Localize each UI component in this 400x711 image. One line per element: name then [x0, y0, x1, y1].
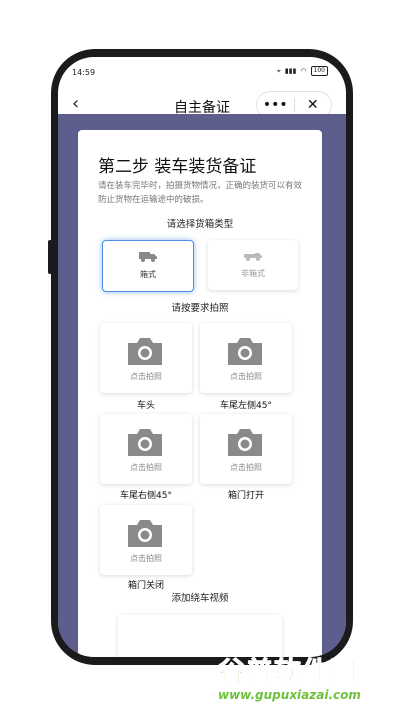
- camera-icon: [128, 520, 162, 547]
- box-type-enclosed[interactable]: 箱式: [102, 240, 194, 292]
- photo-section-label: 请按要求拍照: [171, 303, 229, 314]
- box-type-label: 请选择货箱类型: [166, 219, 234, 230]
- phone-power-button: [349, 143, 353, 191]
- photo-slot-door-closed[interactable]: 点击拍照: [100, 505, 192, 575]
- box-type-open[interactable]: 非箱式: [208, 240, 298, 290]
- photo-slot-rear-right[interactable]: 点击拍照: [100, 414, 192, 484]
- camera-icon: [228, 429, 262, 456]
- photo-slot-rear-left[interactable]: 点击拍照: [200, 323, 292, 393]
- phone-volume-button: [349, 240, 353, 274]
- form-card: 第二步 装车装货备证 请在装车完毕时，拍摄货物情况，正确的装货可以有效防止货物在…: [78, 130, 322, 657]
- photo-slot-door-open[interactable]: 点击拍照: [200, 414, 292, 484]
- photo-hint: 点击拍照: [230, 372, 262, 381]
- photo-label-rear-right: 车尾右侧45°: [120, 491, 172, 501]
- camera-icon: [128, 429, 162, 456]
- watermark-url: www.gupuxiazai.com: [218, 688, 361, 702]
- watermark: 谷普软件园 www.gupuxiazai.com: [218, 650, 400, 711]
- phone-side-button: [48, 240, 52, 274]
- photo-hint: 点击拍照: [130, 463, 162, 472]
- photo-label-rear-left: 车尾左侧45°: [220, 401, 272, 411]
- watermark-title: 谷普软件园: [218, 657, 358, 689]
- photo-slot-front[interactable]: 点击拍照: [100, 323, 192, 393]
- video-section-label: 添加绕车视频: [171, 593, 229, 604]
- photo-hint: 点击拍照: [130, 372, 162, 381]
- photo-hint: 点击拍照: [230, 463, 262, 472]
- box-type-label-enclosed: 箱式: [140, 270, 156, 279]
- truck-icon: [139, 252, 157, 262]
- open-truck-icon: [244, 253, 262, 261]
- step-description: 请在装车完毕时，拍摄货物情况，正确的装货可以有效防止货物在运输途中的破损。: [98, 181, 303, 205]
- content-viewport: 第二步 装车装货备证 请在装车完毕时，拍摄货物情况，正确的装货可以有效防止货物在…: [58, 57, 346, 657]
- photo-label-door-open: 箱门打开: [227, 491, 264, 501]
- photo-label-front: 车头: [136, 401, 155, 411]
- box-type-label-open: 非箱式: [241, 269, 265, 278]
- photo-hint: 点击拍照: [130, 554, 162, 563]
- camera-icon: [228, 338, 262, 365]
- step-title: 第二步 装车装货备证: [98, 157, 257, 177]
- camera-icon: [128, 338, 162, 365]
